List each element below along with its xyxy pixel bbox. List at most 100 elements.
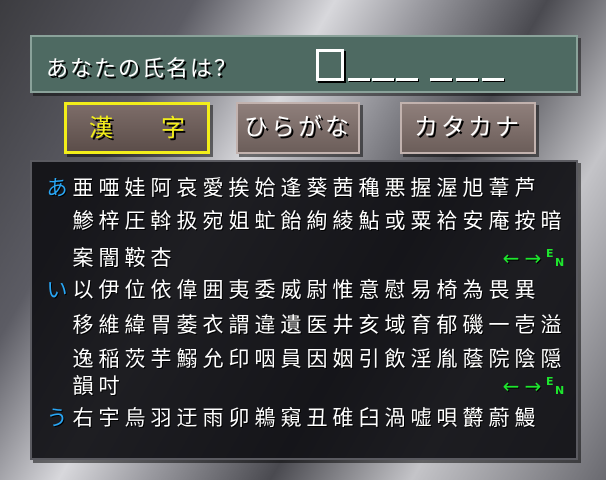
kanji-cell[interactable]: 挨 [226,172,252,202]
kanji-cell[interactable]: 丑 [304,402,330,432]
kanji-cell[interactable]: 案 [70,242,96,272]
kanji-cell[interactable]: 椅 [434,274,460,304]
kanji-cell[interactable]: 斡 [148,205,174,235]
kanji-cell[interactable]: 右 [70,402,96,432]
kanji-cell[interactable]: 惟 [330,274,356,304]
kanji-cell[interactable]: 医 [304,309,330,339]
kanji-cell[interactable]: 移 [70,309,96,339]
kanji-cell[interactable]: 鯵 [70,205,96,235]
kanji-cell[interactable]: 碓 [330,402,356,432]
kanji-cell[interactable]: 窺 [278,402,304,432]
kanji-cell[interactable]: 位 [122,274,148,304]
kanji-cell[interactable]: 葦 [486,172,512,202]
arrow-left-icon[interactable]: ← [500,246,522,270]
kanji-cell[interactable]: 為 [460,274,486,304]
kanji-cell[interactable]: 茨 [122,343,148,373]
kanji-cell[interactable]: 淫 [408,343,434,373]
kanji-cell[interactable]: 梓 [96,205,122,235]
kanji-cell[interactable]: 違 [252,309,278,339]
kanji-cell[interactable]: 育 [408,309,434,339]
kanji-cell[interactable]: 旭 [460,172,486,202]
kanji-cell[interactable]: 逸 [70,343,96,373]
kanji-cell[interactable]: 井 [330,309,356,339]
kanji-cell[interactable]: 偉 [174,274,200,304]
kanji-cell[interactable]: 壱 [512,309,538,339]
kanji-cell[interactable]: 芋 [148,343,174,373]
kanji-cell[interactable]: 愛 [200,172,226,202]
kanji-cell[interactable]: 烏 [122,402,148,432]
kanji-cell[interactable]: 鰻 [512,402,538,432]
kanji-cell[interactable]: 咽 [252,343,278,373]
kanji-cell[interactable]: 韻 [70,370,96,400]
kanji-cell[interactable]: 臼 [356,402,382,432]
kanji-cell[interactable]: 茜 [330,172,356,202]
kanji-cell[interactable]: 衣 [200,309,226,339]
kanji-cell[interactable]: 磯 [460,309,486,339]
kanji-cell[interactable]: 羽 [148,402,174,432]
kanji-cell[interactable]: 絢 [304,205,330,235]
kanji-cell[interactable]: 欝 [460,402,486,432]
kanji-cell[interactable]: 握 [408,172,434,202]
kanji-cell[interactable]: 胤 [434,343,460,373]
kanji-cell[interactable]: 芦 [512,172,538,202]
kanji-cell[interactable]: 姶 [252,172,278,202]
arrow-right-icon[interactable]: → [522,246,544,270]
kanji-cell[interactable]: 嘘 [408,402,434,432]
kanji-cell[interactable]: 悪 [382,172,408,202]
kanji-cell[interactable]: 葵 [304,172,330,202]
kanji-cell[interactable]: 唖 [96,172,122,202]
kanji-cell[interactable]: 允 [200,343,226,373]
arrow-left-icon[interactable]: ← [500,374,522,398]
kanji-cell[interactable]: 杏 [148,242,174,272]
kanji-cell[interactable]: 扱 [174,205,200,235]
kanji-cell[interactable]: 穐 [356,172,382,202]
kanji-cell[interactable]: 卯 [226,402,252,432]
kanji-cell[interactable]: 亥 [356,309,382,339]
kanji-cell[interactable]: 按 [512,205,538,235]
kanji-cell[interactable]: 印 [226,343,252,373]
mode-katakana-button[interactable]: カタカナ [400,102,536,154]
mode-kanji-button[interactable]: 漢字 [64,102,210,154]
kanji-cell[interactable]: 飴 [278,205,304,235]
kanji-cell[interactable]: 哀 [174,172,200,202]
kanji-cell[interactable]: 畏 [486,274,512,304]
kanji-cell[interactable]: 暗 [538,205,564,235]
kanji-cell[interactable]: 飲 [382,343,408,373]
kanji-cell[interactable]: 院 [486,343,512,373]
kanji-cell[interactable]: 宛 [200,205,226,235]
kanji-cell[interactable]: 粟 [408,205,434,235]
kanji-cell[interactable]: 異 [512,274,538,304]
kanji-cell[interactable]: 鞍 [122,242,148,272]
kanji-cell[interactable]: 迂 [174,402,200,432]
kanji-cell[interactable]: 蔭 [460,343,486,373]
kanji-cell[interactable]: 員 [278,343,304,373]
kanji-cell[interactable]: 依 [148,274,174,304]
kanji-cell[interactable]: 威 [278,274,304,304]
kanji-cell[interactable]: 謂 [226,309,252,339]
kanji-cell[interactable]: 安 [460,205,486,235]
kanji-cell[interactable]: 夷 [226,274,252,304]
kanji-cell[interactable]: 郁 [434,309,460,339]
kanji-cell[interactable]: 伊 [96,274,122,304]
kanji-cell[interactable]: 陰 [512,343,538,373]
kanji-cell[interactable]: 緯 [122,309,148,339]
kanji-cell[interactable]: 袷 [434,205,460,235]
kanji-cell[interactable]: 虻 [252,205,278,235]
kanji-cell[interactable]: 維 [96,309,122,339]
kanji-cell[interactable]: 意 [356,274,382,304]
kanji-cell[interactable]: 慰 [382,274,408,304]
end-icon[interactable]: EN [544,375,566,397]
kanji-cell[interactable]: 闇 [96,242,122,272]
kanji-cell[interactable]: 唄 [434,402,460,432]
kanji-cell[interactable]: 吋 [96,370,122,400]
kanji-cell[interactable]: 稲 [96,343,122,373]
kanji-cell[interactable]: 宇 [96,402,122,432]
kanji-cell[interactable]: 易 [408,274,434,304]
kanji-cell[interactable]: 鮎 [356,205,382,235]
kanji-cell[interactable]: 鰯 [174,343,200,373]
kanji-cell[interactable]: 萎 [174,309,200,339]
arrow-right-icon[interactable]: → [522,374,544,398]
kanji-cell[interactable]: 一 [486,309,512,339]
kanji-cell[interactable]: 胃 [148,309,174,339]
kanji-cell[interactable]: 溢 [538,309,564,339]
